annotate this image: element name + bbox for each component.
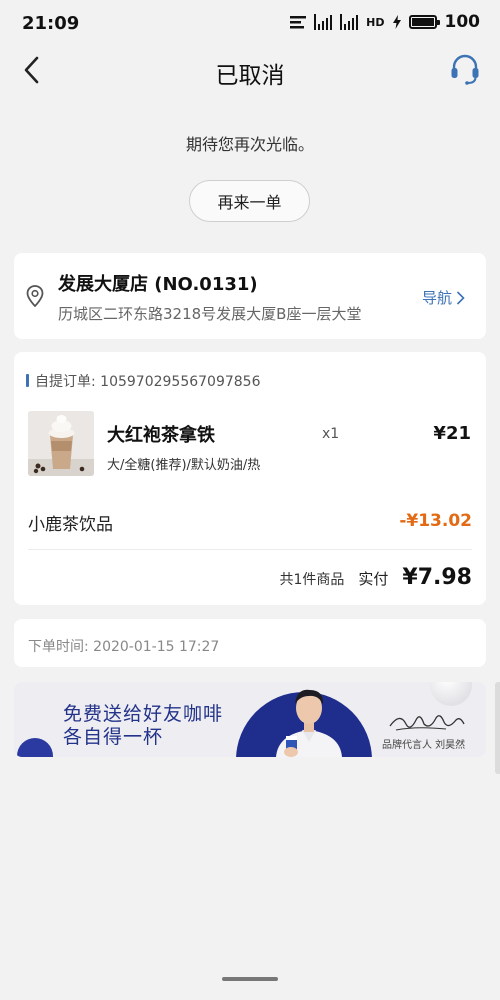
navigate-label: 导航 [422, 289, 453, 307]
signature-image [389, 715, 465, 731]
navigate-link[interactable]: 导航 [422, 287, 465, 308]
charging-icon [392, 15, 401, 29]
status-time: 21:09 [22, 13, 80, 34]
order-type-marker [26, 374, 29, 387]
store-card: 发展大厦店 (NO.0131) 历城区二环东路3218号发展大厦B座一层大堂 导… [14, 253, 486, 339]
order-number: 自提订单: 105970295567097856 [35, 374, 261, 390]
discount-name: 小鹿茶饮品 [28, 515, 113, 535]
product-spec: 大/全糖(推荐)/默认奶油/热 [107, 458, 261, 473]
chevron-right-icon [456, 290, 465, 305]
product-price: ¥21 [433, 423, 471, 444]
banner-decoration-ball [430, 682, 472, 706]
store-address: 历城区二环东路3218号发展大厦B座一层大堂 [58, 305, 362, 323]
battery-icon [408, 15, 440, 29]
back-button[interactable] [14, 52, 50, 88]
banner-headline-2: 各自得一杯 [63, 726, 164, 748]
promo-banner[interactable]: 免费送给好友咖啡 各自得一杯 品牌代言人 刘昊然 [14, 682, 486, 757]
paid-amount: ¥7.98 [402, 565, 472, 590]
store-name: 发展大厦店 (NO.0131) [58, 274, 258, 295]
location-pin-icon [26, 285, 44, 307]
divider [28, 549, 472, 550]
order-card: 自提订单: 105970295567097856 大红袍茶拿铁 大/全糖(推荐)… [14, 352, 486, 605]
chevron-left-icon [24, 56, 39, 84]
discount-amount: -¥13.02 [399, 511, 472, 531]
notification-icon [290, 16, 307, 29]
status-bar: 21:09 HD 100 [0, 0, 500, 50]
hd-label: HD [366, 15, 385, 29]
total-row: 共1件商品 实付 ¥7.98 [279, 565, 472, 590]
headset-icon [451, 54, 479, 85]
item-count: 共1件商品 [279, 572, 345, 588]
product-name: 大红袍茶拿铁 [107, 425, 215, 446]
banner-caption: 品牌代言人 刘昊然 [382, 740, 466, 751]
banner-decoration-circle [17, 738, 53, 757]
reorder-button[interactable]: 再来一单 [189, 180, 310, 222]
order-time: 下单时间: 2020-01-15 17:27 [28, 639, 220, 655]
status-icons: HD 100 [290, 12, 480, 32]
signal-icon [314, 14, 333, 30]
spokesperson-image [276, 689, 342, 757]
customer-service-button[interactable] [446, 50, 484, 88]
page-title: 已取消 [215, 63, 285, 89]
scroll-handle[interactable] [495, 682, 500, 774]
welcome-message: 期待您再次光临。 [185, 135, 314, 154]
home-indicator[interactable] [222, 977, 278, 981]
product-image [28, 411, 94, 476]
signal-icon-2 [340, 14, 359, 30]
order-time-card: 下单时间: 2020-01-15 17:27 [14, 619, 486, 667]
product-quantity: x1 [322, 426, 340, 442]
paid-label: 实付 [358, 570, 389, 588]
battery-level: 100 [444, 12, 481, 32]
